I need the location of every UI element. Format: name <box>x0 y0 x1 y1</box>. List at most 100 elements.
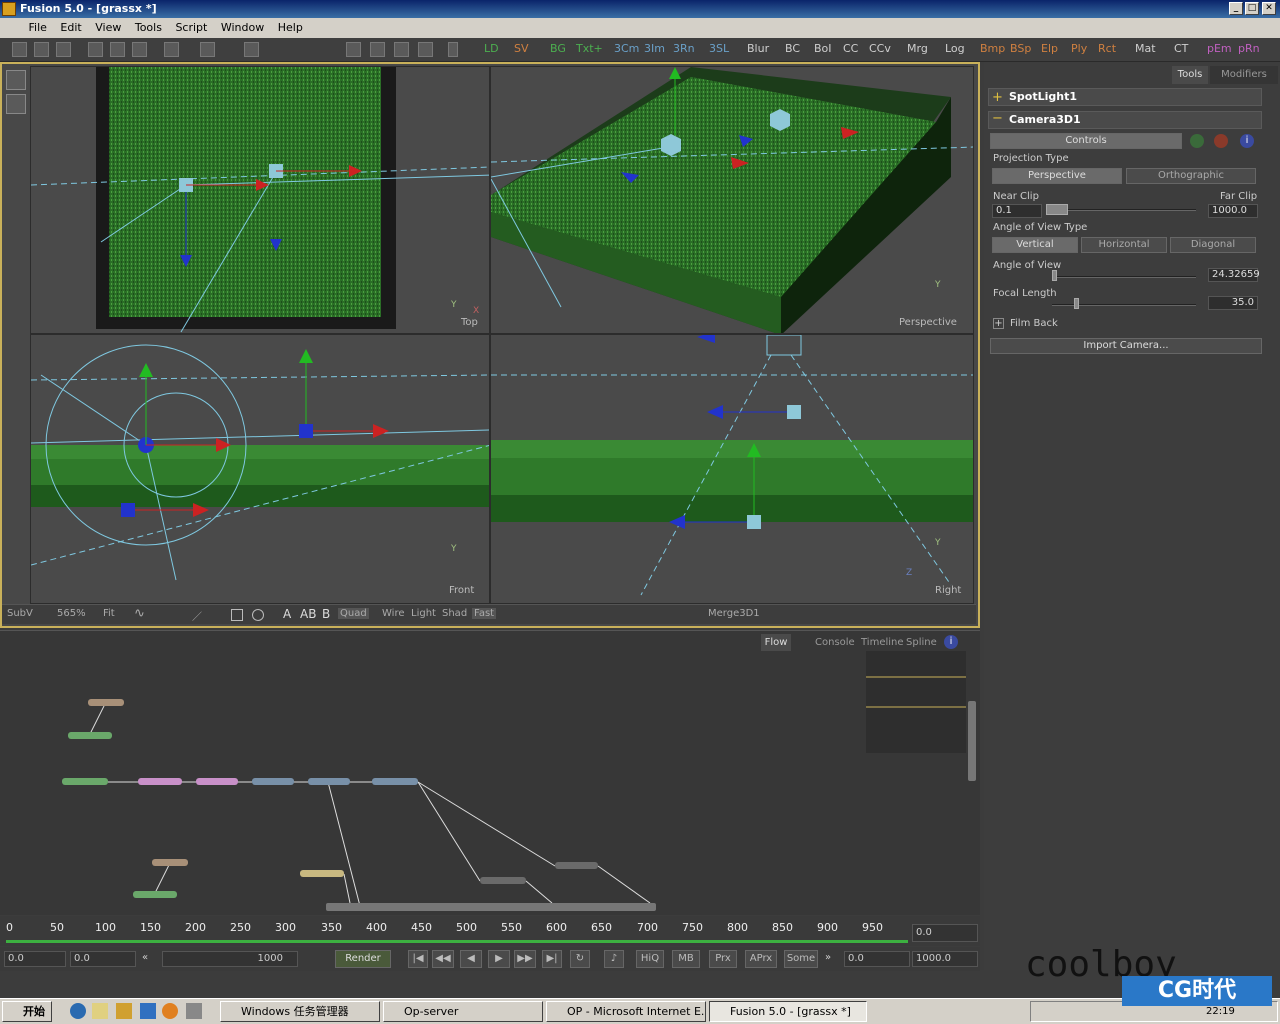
menu-file[interactable]: File <box>24 18 52 37</box>
viewport-top[interactable]: Y X Top <box>30 66 490 334</box>
near-clip-input[interactable]: 0.1 <box>992 204 1042 218</box>
some-button[interactable]: Some <box>784 950 818 968</box>
rewind-range-icon[interactable]: « <box>142 952 148 963</box>
tab-timeline[interactable]: Timeline <box>861 634 904 651</box>
wire-button[interactable]: Wire <box>382 608 405 619</box>
viewport-select-icon[interactable] <box>6 94 26 114</box>
step-forward-icon[interactable]: ▶▶ <box>514 950 536 968</box>
range-slider[interactable]: 1000 <box>162 951 298 967</box>
loop-icon[interactable]: ↻ <box>570 950 590 968</box>
import-camera-button[interactable]: Import Camera... <box>990 338 1262 354</box>
layout-horizontal-icon[interactable] <box>394 42 409 57</box>
spline-icon[interactable]: ∿ <box>134 606 145 621</box>
layout-toggle-icon[interactable] <box>448 42 458 57</box>
tool-ct[interactable]: CT <box>1174 42 1188 55</box>
menu-tools[interactable]: Tools <box>130 18 167 37</box>
tool-camera-header[interactable]: Camera3D1 <box>988 111 1262 129</box>
quad-button[interactable]: Quad <box>338 608 369 619</box>
forward-range-icon[interactable]: » <box>825 952 831 963</box>
tool-mrg[interactable]: Mrg <box>907 42 928 55</box>
delete-icon[interactable] <box>244 42 259 57</box>
info-icon[interactable]: i <box>1240 134 1254 148</box>
hiq-button[interactable]: HiQ <box>636 950 664 968</box>
flow-node[interactable] <box>252 778 294 785</box>
gear-icon[interactable] <box>1214 134 1228 148</box>
audio-icon[interactable]: ♪ <box>604 950 624 968</box>
redo-icon[interactable] <box>200 42 215 57</box>
task-internet-explorer[interactable]: OP - Microsoft Internet E... <box>546 1001 706 1022</box>
save-file-icon[interactable] <box>56 42 71 57</box>
menu-edit[interactable]: Edit <box>55 18 86 37</box>
horizontal-button[interactable]: Horizontal <box>1081 237 1167 253</box>
play-icon[interactable]: ▶ <box>488 950 510 968</box>
tool-ply[interactable]: Ply <box>1071 42 1087 55</box>
pen-icon[interactable]: ／ <box>192 608 202 623</box>
flow-node[interactable] <box>480 877 526 884</box>
menu-help[interactable]: Help <box>273 18 308 37</box>
zoom-level[interactable]: 565% <box>57 608 86 619</box>
controls-tab[interactable]: Controls <box>990 133 1182 149</box>
film-back-label[interactable]: Film Back <box>1010 318 1058 329</box>
tool-3sl[interactable]: 3SL <box>709 42 729 55</box>
vertical-button[interactable]: Vertical <box>992 237 1078 253</box>
viewport-right[interactable]: Y Z Right <box>490 334 974 604</box>
shad-button[interactable]: Shad <box>442 608 467 619</box>
time-range-bar[interactable] <box>6 940 908 943</box>
subv-button[interactable]: SubV <box>7 608 33 619</box>
flow-node[interactable] <box>152 859 188 866</box>
copy-icon[interactable] <box>110 42 125 57</box>
aprx-button[interactable]: APrx <box>745 950 777 968</box>
tool-sv[interactable]: SV <box>514 42 529 55</box>
new-file-icon[interactable] <box>12 42 27 57</box>
flow-node[interactable] <box>196 778 238 785</box>
quicklaunch-icon[interactable] <box>186 1003 202 1019</box>
minimize-button[interactable]: _ <box>1229 2 1243 15</box>
layout-single-icon[interactable] <box>346 42 361 57</box>
prx-button[interactable]: Prx <box>709 950 737 968</box>
task-task-manager[interactable]: Windows 任务管理器 <box>220 1001 380 1022</box>
flow-vertical-scrollbar[interactable] <box>968 701 976 781</box>
flow-horizontal-scrollbar[interactable] <box>326 903 656 911</box>
render-end-input[interactable]: 0.0 <box>844 951 910 967</box>
tool-ccv[interactable]: CCv <box>869 42 891 55</box>
tool-3im[interactable]: 3Im <box>644 42 665 55</box>
light-button[interactable]: Light <box>411 608 436 619</box>
quicklaunch-icon[interactable] <box>116 1003 132 1019</box>
viewport-tool-icon[interactable] <box>6 70 26 90</box>
focal-length-input[interactable]: 35.0 <box>1208 296 1258 310</box>
flow-node[interactable] <box>372 778 418 785</box>
current-time-input[interactable]: 0.0 <box>912 924 978 942</box>
flow-navigator[interactable] <box>866 651 966 753</box>
flow-info-icon[interactable]: i <box>944 635 958 649</box>
quicklaunch-icon[interactable] <box>140 1003 156 1019</box>
tool-prn[interactable]: pRn <box>1238 42 1260 55</box>
angle-of-view-handle[interactable] <box>1052 270 1057 281</box>
tab-spline[interactable]: Spline <box>906 634 937 651</box>
tool-3rn[interactable]: 3Rn <box>673 42 695 55</box>
global-end-input[interactable]: 1000.0 <box>912 951 978 967</box>
task-op-server[interactable]: Op-server <box>383 1001 543 1022</box>
flow-node[interactable] <box>308 778 350 785</box>
view-ab-button[interactable]: AB <box>300 607 316 621</box>
flow-editor[interactable] <box>0 630 980 915</box>
ie-icon[interactable] <box>70 1003 86 1019</box>
tool-spotlight-header[interactable]: SpotLight1 <box>988 88 1262 106</box>
step-back-icon[interactable]: ◀◀ <box>432 950 454 968</box>
far-clip-input[interactable]: 1000.0 <box>1208 204 1258 218</box>
tool-ld[interactable]: LD <box>484 42 499 55</box>
clip-range-slider[interactable] <box>1046 209 1196 211</box>
diagonal-button[interactable]: Diagonal <box>1170 237 1256 253</box>
start-button[interactable]: 开始 <box>2 1001 52 1022</box>
flow-node[interactable] <box>88 699 124 706</box>
task-fusion[interactable]: Fusion 5.0 - [grassx *] <box>709 1001 867 1022</box>
view-a-button[interactable]: A <box>283 607 291 621</box>
tool-rct[interactable]: Rct <box>1098 42 1116 55</box>
tool-bc[interactable]: BC <box>785 42 800 55</box>
menu-window[interactable]: Window <box>216 18 269 37</box>
undo-icon[interactable] <box>164 42 179 57</box>
flow-node[interactable] <box>300 870 344 877</box>
tool-log[interactable]: Log <box>945 42 965 55</box>
tab-flow[interactable]: Flow <box>761 634 791 651</box>
angle-of-view-input[interactable]: 24.32659 <box>1208 268 1260 282</box>
flow-node[interactable] <box>555 862 598 869</box>
